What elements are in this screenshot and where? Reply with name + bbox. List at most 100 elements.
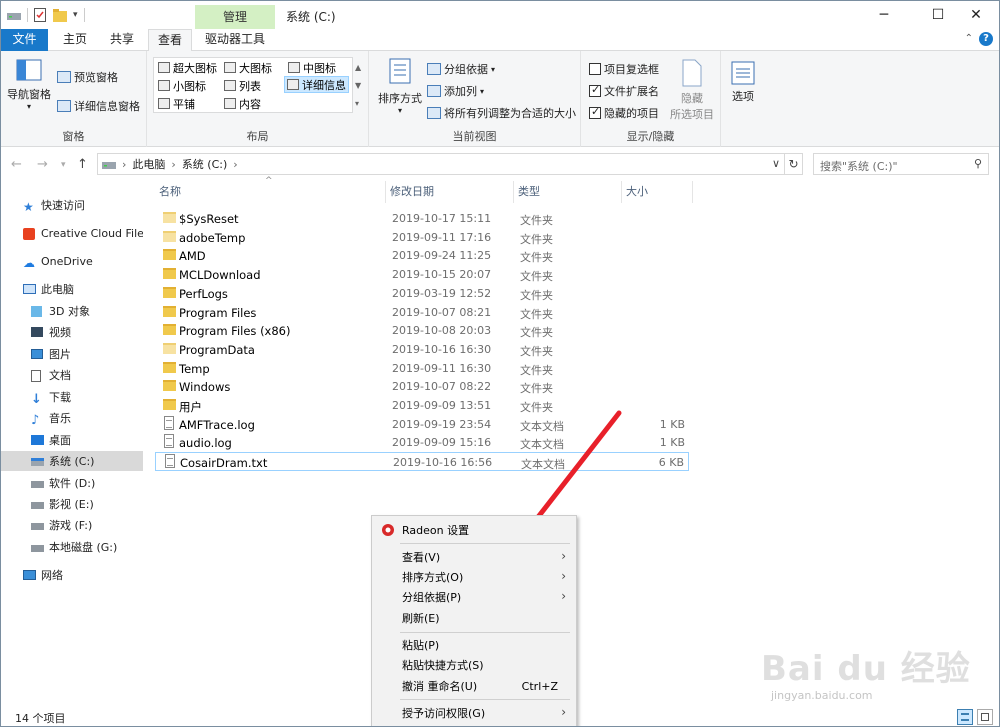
- layout-large-icons[interactable]: 大图标: [222, 59, 274, 76]
- hide-selected-button[interactable]: 隐藏 所选项目: [667, 59, 717, 122]
- options-button[interactable]: 选项: [723, 61, 763, 104]
- breadcrumb-system-c[interactable]: 系统 (C:): [182, 156, 227, 172]
- menu-item-radeon-settings[interactable]: Radeon 设置: [372, 520, 576, 540]
- checkbox[interactable]: [589, 63, 601, 75]
- properties-icon[interactable]: [34, 8, 47, 22]
- menu-item-paste-shortcut[interactable]: 粘贴快捷方式(S): [372, 655, 576, 675]
- nav-item[interactable]: 图片: [1, 344, 143, 364]
- manage-context-tab[interactable]: 管理: [195, 5, 275, 29]
- file-row[interactable]: 用户 2019-09-09 13:51 文件夹: [155, 396, 689, 415]
- details-pane-button[interactable]: 详细信息窗格: [57, 98, 140, 114]
- recent-locations-icon[interactable]: ▾: [61, 160, 66, 170]
- breadcrumb-this-pc[interactable]: 此电脑: [132, 156, 165, 172]
- new-folder-icon[interactable]: [53, 8, 67, 22]
- group-by-button[interactable]: 分组依据 ▾: [427, 61, 495, 77]
- details-pane-label: 详细信息窗格: [74, 100, 140, 113]
- nav-item[interactable]: 网络: [1, 565, 143, 585]
- details-view-button[interactable]: [957, 709, 973, 725]
- refresh-button[interactable]: ↻: [785, 153, 803, 175]
- layout-extra-large-icons[interactable]: 超大图标: [156, 59, 219, 76]
- up-icon[interactable]: ↑: [77, 157, 88, 172]
- hidden-items-toggle[interactable]: 隐藏的项目: [589, 105, 659, 121]
- size-columns-button[interactable]: 将所有列调整为合适的大小: [427, 105, 576, 121]
- item-checkboxes-toggle[interactable]: 项目复选框: [589, 61, 659, 77]
- checkbox[interactable]: [589, 105, 601, 119]
- nav-item[interactable]: 文档: [1, 365, 143, 385]
- tab-view[interactable]: 查看: [148, 29, 192, 52]
- nav-item[interactable]: Creative Cloud Files: [1, 223, 143, 243]
- tab-home[interactable]: 主页: [53, 29, 97, 51]
- nav-item[interactable]: ★ 快速访问: [1, 195, 143, 215]
- minimize-button[interactable]: ─: [861, 1, 907, 29]
- menu-item-group-by[interactable]: 分组依据(P) ›: [372, 587, 576, 607]
- tab-file[interactable]: 文件: [1, 29, 48, 51]
- folder-icon: [163, 212, 176, 223]
- close-button[interactable]: ✕: [953, 1, 999, 29]
- menu-item-undo-rename[interactable]: 撤消 重命名(U) Ctrl+Z: [372, 676, 576, 696]
- column-type[interactable]: 类型: [514, 181, 622, 203]
- nav-item[interactable]: 此电脑: [1, 279, 143, 299]
- preview-pane-button[interactable]: 预览窗格: [57, 69, 118, 85]
- back-icon[interactable]: ←: [11, 157, 22, 172]
- help-icon[interactable]: ?: [979, 32, 993, 46]
- file-row[interactable]: adobeTemp 2019-09-11 17:16 文件夹: [155, 228, 689, 247]
- extra-large-icons-icon: [158, 62, 170, 73]
- layout-details[interactable]: 详细信息: [284, 76, 349, 93]
- file-row[interactable]: audio.log 2019-09-09 15:16 文本文档 1 KB: [155, 433, 689, 452]
- nav-item[interactable]: ↓ 下载: [1, 387, 143, 407]
- nav-item[interactable]: 3D 对象: [1, 301, 143, 321]
- collapse-ribbon-icon[interactable]: ⌃: [965, 33, 973, 44]
- menu-item-refresh[interactable]: 刷新(E): [372, 608, 576, 628]
- nav-item[interactable]: ☁ OneDrive: [1, 251, 143, 271]
- file-row[interactable]: MCLDownload 2019-10-15 20:07 文件夹: [155, 265, 689, 284]
- file-row[interactable]: AMD 2019-09-24 11:25 文件夹: [155, 246, 689, 265]
- menu-item-sort-by[interactable]: 排序方式(O) ›: [372, 567, 576, 587]
- column-date[interactable]: 修改日期: [386, 181, 514, 203]
- nav-item[interactable]: 桌面: [1, 430, 143, 450]
- column-name[interactable]: 名称: [155, 181, 386, 203]
- file-extensions-toggle[interactable]: 文件扩展名: [589, 83, 659, 99]
- file-row[interactable]: CosairDram.txt 2019-10-16 16:56 文本文档 6 KB: [155, 452, 689, 472]
- nav-item[interactable]: 游戏 (F:): [1, 515, 143, 535]
- layout-content[interactable]: 内容: [222, 95, 263, 112]
- large-icons-view-button[interactable]: [977, 709, 993, 725]
- layout-scroll[interactable]: ▲ ▼ ▾: [355, 59, 361, 113]
- file-row[interactable]: ProgramData 2019-10-16 16:30 文件夹: [155, 340, 689, 359]
- address-dropdown-icon[interactable]: ∨: [772, 157, 780, 170]
- column-size[interactable]: 大小: [622, 181, 693, 203]
- file-row[interactable]: Program Files (x86) 2019-10-08 20:03 文件夹: [155, 321, 689, 340]
- nav-item[interactable]: 系统 (C:): [1, 451, 143, 471]
- checkbox[interactable]: [589, 83, 601, 97]
- customize-toolbar-icon[interactable]: ▾: [73, 10, 78, 20]
- file-name: Program Files (x86): [179, 324, 291, 339]
- nav-item[interactable]: ♪ 音乐: [1, 408, 143, 428]
- address-bar[interactable]: › 此电脑 › 系统 (C:) › ∨: [97, 153, 785, 175]
- tab-share[interactable]: 共享: [101, 29, 143, 51]
- drive-icon[interactable]: [7, 9, 21, 21]
- file-row[interactable]: Temp 2019-09-11 16:30 文件夹: [155, 359, 689, 378]
- layout-small-icons[interactable]: 小图标: [156, 77, 208, 94]
- medium-icons-icon: [288, 62, 300, 73]
- layout-tiles[interactable]: 平铺: [156, 95, 197, 112]
- add-columns-button[interactable]: 添加列 ▾: [427, 83, 484, 99]
- nav-pane-button[interactable]: 导航窗格 ▾: [5, 59, 53, 111]
- search-input[interactable]: 搜索"系统 (C:)" ⚲: [813, 153, 989, 175]
- nav-item[interactable]: 软件 (D:): [1, 473, 143, 493]
- file-row[interactable]: $SysReset 2019-10-17 15:11 文件夹: [155, 209, 689, 228]
- sort-by-button[interactable]: 排序方式 ▾: [375, 57, 425, 115]
- layout-list[interactable]: 列表: [222, 77, 263, 94]
- file-row[interactable]: Program Files 2019-10-07 08:21 文件夹: [155, 303, 689, 322]
- tab-drive-tools[interactable]: 驱动器工具: [197, 29, 273, 51]
- forward-icon[interactable]: →: [37, 157, 48, 172]
- file-row[interactable]: Windows 2019-10-07 08:22 文件夹: [155, 377, 689, 396]
- menu-item-view[interactable]: 查看(V) ›: [372, 547, 576, 567]
- menu-item-paste[interactable]: 粘贴(P): [372, 635, 576, 655]
- nav-item[interactable]: 视频: [1, 322, 143, 342]
- nav-item[interactable]: 影视 (E:): [1, 494, 143, 514]
- file-row[interactable]: PerfLogs 2019-03-19 12:52 文件夹: [155, 284, 689, 303]
- file-row[interactable]: AMFTrace.log 2019-09-19 23:54 文本文档 1 KB: [155, 415, 689, 434]
- nav-item[interactable]: 本地磁盘 (G:): [1, 537, 143, 557]
- refresh-icon: ↻: [788, 157, 799, 171]
- layout-medium-icons[interactable]: 中图标: [286, 59, 338, 76]
- title-bar: ▾ 管理 系统 (C:) ─ ☐ ✕: [1, 1, 999, 29]
